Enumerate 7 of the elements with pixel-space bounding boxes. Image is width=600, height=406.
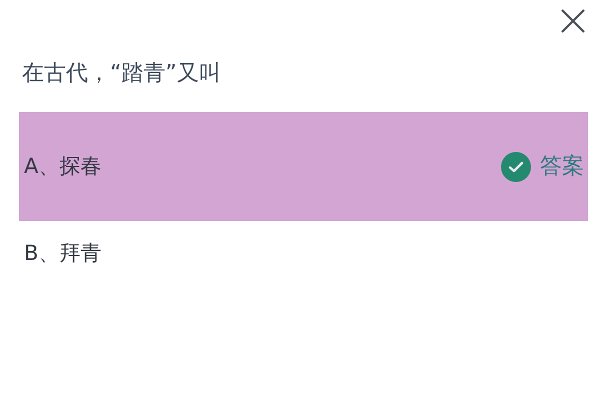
close-icon[interactable]: [561, 9, 585, 33]
answer-label: 答案: [540, 153, 584, 181]
option-text: B、拜青: [24, 240, 102, 268]
answer-option[interactable]: A、探春 答案: [19, 112, 588, 221]
check-circle-icon: [501, 152, 531, 182]
option-text: A、探春: [24, 152, 102, 180]
question-text: 在古代，“踏青”又叫: [22, 60, 221, 88]
